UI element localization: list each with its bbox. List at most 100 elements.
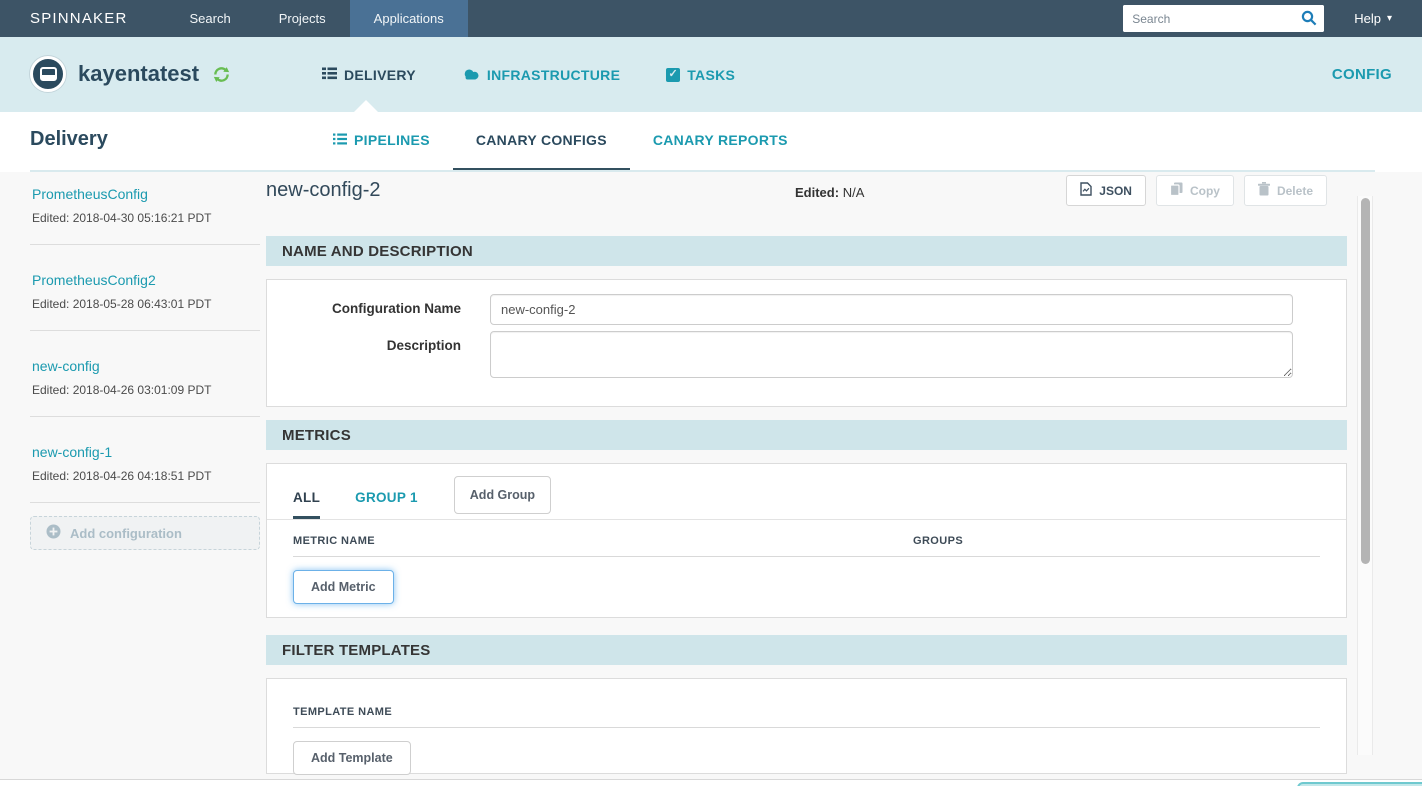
topnav-right: Help ▾ <box>1123 0 1422 37</box>
topnav-items: Search Projects Applications <box>166 0 468 37</box>
list-item[interactable]: PrometheusConfig2 Edited: 2018-05-28 06:… <box>30 245 260 331</box>
config-link-name[interactable]: PrometheusConfig2 <box>32 272 258 288</box>
configuration-name-input[interactable] <box>490 294 1293 325</box>
tab-pipelines[interactable]: PIPELINES <box>310 112 453 172</box>
nav-item-tasks[interactable]: ✓ TASKS <box>666 67 735 83</box>
delete-button-label: Delete <box>1276 183 1313 198</box>
detail-actions: JSON Copy Delete <box>1066 175 1327 206</box>
configuration-name-label: Configuration Name <box>331 301 461 316</box>
content-area: PrometheusConfig Edited: 2018-04-30 05:1… <box>0 172 1422 786</box>
configuration-name-row: Configuration Name <box>293 294 1346 325</box>
config-edited-timestamp: Edited: 2018-04-26 03:01:09 PDT <box>32 383 212 397</box>
config-edited-timestamp: Edited: 2018-04-26 04:18:51 PDT <box>32 469 212 483</box>
filter-templates-card: TEMPLATE NAME Add Template <box>266 678 1347 775</box>
topnav-item-projects[interactable]: Projects <box>255 0 350 37</box>
delivery-tabs: PIPELINES CANARY CONFIGS CANARY REPORTS <box>310 112 811 172</box>
active-section-pointer <box>354 100 378 112</box>
cloud-icon <box>462 67 480 83</box>
tab-canary-configs[interactable]: CANARY CONFIGS <box>452 112 630 172</box>
application-name: kayentatest <box>78 61 200 86</box>
config-edited-timestamp: Edited: 2018-05-28 06:43:01 PDT <box>32 297 212 311</box>
delete-button[interactable]: Delete <box>1243 175 1327 206</box>
nav-item-delivery-label: DELIVERY <box>344 66 416 83</box>
column-header-groups: GROUPS <box>913 535 964 547</box>
bottom-strip <box>0 780 1422 786</box>
detail-header: new-config-2 Edited: N/A JSON Copy Delet… <box>266 172 1347 236</box>
delivery-bar: Delivery PIPELINES CANARY CONFIGS CANARY… <box>0 112 1422 172</box>
metrics-card: ALL GROUP 1 Add Group METRIC NAME GROUPS… <box>266 463 1347 618</box>
application-nav: DELIVERY INFRASTRUCTURE ✓ TASKS <box>322 37 735 112</box>
canary-config-list: PrometheusConfig Edited: 2018-04-30 05:1… <box>30 172 260 550</box>
config-link-name[interactable]: PrometheusConfig <box>32 186 258 202</box>
metric-tab-all[interactable]: ALL <box>293 478 321 519</box>
description-row: Description <box>293 331 1346 383</box>
json-button[interactable]: JSON <box>1066 175 1146 206</box>
refresh-icon[interactable] <box>213 66 230 83</box>
templates-table-header: TEMPLATE NAME <box>267 679 1346 727</box>
caret-down-icon: ▾ <box>1386 13 1392 24</box>
configuration-name-field-wrap <box>490 294 1293 325</box>
topnav-item-search[interactable]: Search <box>166 0 255 37</box>
checked-box-icon: ✓ <box>666 67 681 82</box>
document-icon <box>1080 182 1092 199</box>
config-link[interactable]: CONFIG <box>1332 37 1392 112</box>
tab-canary-configs-label: CANARY CONFIGS <box>475 132 607 148</box>
config-link-name[interactable]: new-config-1 <box>32 444 258 460</box>
config-title: new-config-2 <box>266 179 381 201</box>
application-header: kayentatest DELIVERY INFRASTRUCTURE ✓ TA… <box>0 37 1422 112</box>
edited-value: N/A <box>842 185 865 200</box>
application-window-glyph <box>39 67 57 81</box>
add-configuration-button[interactable]: Add configuration <box>30 516 260 550</box>
list-item[interactable]: new-config Edited: 2018-04-26 03:01:09 P… <box>30 331 260 417</box>
top-navbar: SPINNAKER Search Projects Applications H… <box>0 0 1422 37</box>
description-label: Description <box>386 338 461 353</box>
divider <box>293 727 1320 728</box>
tab-canary-reports[interactable]: CANARY REPORTS <box>630 112 811 172</box>
nav-item-delivery[interactable]: DELIVERY <box>322 67 416 83</box>
global-search-input[interactable] <box>1123 5 1325 32</box>
section-heading-name-description: NAME AND DESCRIPTION <box>266 236 1347 266</box>
vertical-scrollbar-thumb[interactable] <box>1361 198 1370 564</box>
name-description-card: Configuration Name Description <box>266 279 1347 407</box>
nav-item-infrastructure-label: INFRASTRUCTURE <box>486 66 621 83</box>
copy-button[interactable]: Copy <box>1155 175 1234 206</box>
topnav-item-applications[interactable]: Applications <box>349 0 468 37</box>
column-header-metric-name: METRIC NAME <box>293 535 376 547</box>
tab-canary-reports-label: CANARY REPORTS <box>652 132 788 148</box>
search-icon[interactable] <box>1301 10 1317 31</box>
canary-config-detail: new-config-2 Edited: N/A JSON Copy Delet… <box>266 172 1347 775</box>
divider <box>293 556 1320 557</box>
application-identity: kayentatest <box>30 56 230 92</box>
json-button-label: JSON <box>1099 183 1132 198</box>
page-title: Delivery <box>30 128 108 150</box>
global-search-box <box>1123 5 1325 32</box>
config-link-name[interactable]: new-config <box>32 358 258 374</box>
nav-item-tasks-label: TASKS <box>687 66 736 83</box>
vertical-scrollbar-track[interactable] <box>1357 196 1373 755</box>
help-menu[interactable]: Help ▾ <box>1354 11 1392 26</box>
add-group-button[interactable]: Add Group <box>453 475 552 514</box>
edited-status: Edited: N/A <box>795 185 864 200</box>
list-item[interactable]: PrometheusConfig Edited: 2018-04-30 05:1… <box>30 172 260 245</box>
tab-pipelines-label: PIPELINES <box>354 132 430 148</box>
nav-item-infrastructure[interactable]: INFRASTRUCTURE <box>462 67 620 83</box>
copy-button-label: Copy <box>1189 183 1220 198</box>
metric-tab-group-1[interactable]: GROUP 1 <box>355 478 418 519</box>
spinnaker-logo[interactable]: SPINNAKER <box>0 0 166 37</box>
add-configuration-label: Add configuration <box>70 525 182 541</box>
add-metric-button[interactable]: Add Metric <box>293 570 394 604</box>
add-template-button[interactable]: Add Template <box>293 741 411 775</box>
description-field-wrap <box>490 331 1293 383</box>
copy-icon <box>1169 182 1183 199</box>
help-label: Help <box>1354 11 1381 26</box>
application-icon <box>30 56 66 92</box>
metric-group-tabs: ALL GROUP 1 Add Group <box>267 464 1346 520</box>
section-heading-filter-templates: FILTER TEMPLATES <box>266 635 1347 665</box>
trash-icon <box>1257 182 1270 199</box>
list-item[interactable]: new-config-1 Edited: 2018-04-26 04:18:51… <box>30 417 260 503</box>
description-textarea[interactable] <box>490 331 1293 378</box>
horizontal-scrollbar-thumb[interactable] <box>1297 782 1422 786</box>
